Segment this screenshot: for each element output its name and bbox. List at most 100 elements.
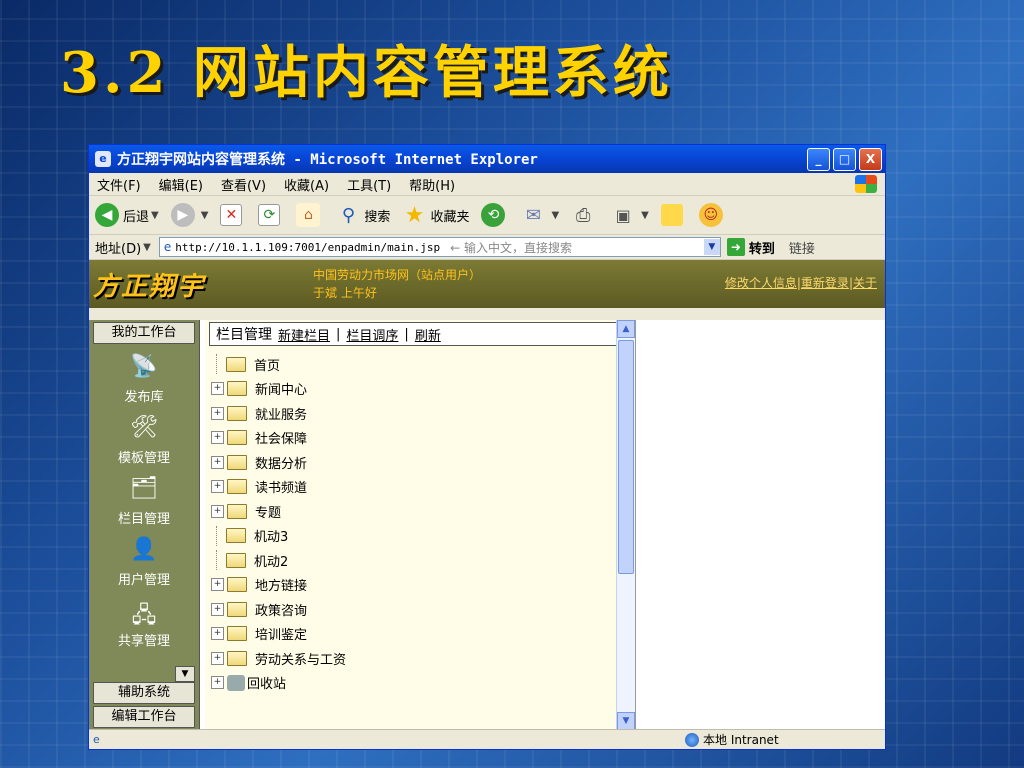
tree-line <box>216 354 223 375</box>
tree-item[interactable]: + 地方链接 <box>211 573 635 598</box>
stop-button[interactable]: ✕ <box>220 204 246 226</box>
forward-dropdown-icon[interactable]: ▼ <box>201 210 209 221</box>
tree-scrollbar[interactable]: ▲ ▼ <box>616 320 635 730</box>
user-icon: 👤 <box>130 537 158 562</box>
expand-icon[interactable]: + <box>211 651 224 665</box>
tree-item[interactable]: 机动3 <box>211 524 635 549</box>
menu-view[interactable]: 查看(V) <box>221 175 266 194</box>
tree-item-label: 机动3 <box>254 530 289 546</box>
nav-column-management[interactable]: 🗂 栏目管理 <box>89 476 199 527</box>
expand-icon[interactable]: + <box>211 406 224 420</box>
tree-item[interactable]: + 数据分析 <box>211 450 635 475</box>
ie-icon: e <box>95 151 111 167</box>
edit-dropdown-icon[interactable]: ▼ <box>641 210 649 221</box>
back-button[interactable]: ◀ 后退 ▼ <box>95 203 159 227</box>
reorder-column-link[interactable]: 栏目调序 <box>346 325 398 344</box>
address-input[interactable]: e http://10.1.1.109:7001/enpadmin/main.j… <box>158 237 721 257</box>
tree-item[interactable]: 首页 <box>211 352 635 377</box>
nav-label: 栏目管理 <box>117 512 170 527</box>
mail-button[interactable]: ✉ ▼ <box>521 203 559 227</box>
mail-dropdown-icon[interactable]: ▼ <box>551 210 559 221</box>
tree-item-label: 专题 <box>255 505 282 521</box>
expand-icon[interactable]: + <box>211 382 224 396</box>
tree-item[interactable]: + 专题 <box>211 499 635 524</box>
new-column-link[interactable]: 新建栏目 <box>278 325 330 344</box>
address-bar: 地址(D) ▼ e http://10.1.1.109:7001/enpadmi… <box>89 235 885 260</box>
expand-icon[interactable]: + <box>211 578 224 592</box>
tree-title: 栏目管理 <box>216 327 272 343</box>
refresh-link[interactable]: 刷新 <box>415 325 441 344</box>
menu-help[interactable]: 帮助(H) <box>409 175 455 194</box>
tree-item[interactable]: + 培训鉴定 <box>211 622 635 647</box>
app-content: 我的工作台 📡 发布库 🛠 模板管理 🗂 栏目管理 👤 用户管理 🖧 共享管理 <box>89 320 885 730</box>
scroll-thumb[interactable] <box>618 340 634 574</box>
title-bar[interactable]: e 方正翔宇网站内容管理系统 - Microsoft Internet Expl… <box>89 145 885 173</box>
links-button[interactable]: 链接 <box>789 238 815 257</box>
menu-file[interactable]: 文件(F) <box>97 175 141 194</box>
refresh-button[interactable]: ⟳ <box>258 204 284 226</box>
tree-item-label: 社会保障 <box>255 432 308 448</box>
tab-auxiliary-system[interactable]: 辅助系统 <box>93 682 195 704</box>
expand-icon[interactable]: + <box>211 480 224 494</box>
tree-item[interactable]: + 读书频道 <box>211 475 635 500</box>
expand-icon[interactable]: + <box>211 627 224 641</box>
history-icon: ⟲ <box>481 203 506 227</box>
nav-user-management[interactable]: 👤 用户管理 <box>89 537 199 588</box>
tab-edit-workbench[interactable]: 编辑工作台 <box>93 706 195 728</box>
minimize-button[interactable]: _ <box>807 147 830 171</box>
tree-item[interactable]: 机动2 <box>211 548 635 573</box>
tree-item[interactable]: + 回收站 <box>211 671 635 696</box>
nav-publish-library[interactable]: 📡 发布库 <box>89 354 199 405</box>
expand-icon[interactable]: + <box>211 602 224 616</box>
address-label-dropdown-icon[interactable]: ▼ <box>143 242 151 253</box>
nav-template-management[interactable]: 🛠 模板管理 <box>89 415 199 466</box>
tree-item[interactable]: + 劳动关系与工资 <box>211 646 635 671</box>
tab-my-workbench[interactable]: 我的工作台 <box>93 322 195 344</box>
slide-title: 3.2 网站内容管理系统 <box>60 40 673 106</box>
tree-item[interactable]: + 社会保障 <box>211 426 635 451</box>
refresh-icon: ⟳ <box>258 204 281 226</box>
expand-icon[interactable]: + <box>211 455 224 469</box>
search-button[interactable]: ⚲ 搜索 <box>336 203 391 227</box>
discuss-button[interactable] <box>660 204 687 226</box>
print-button[interactable]: ⎙ <box>571 203 599 227</box>
menu-tools[interactable]: 工具(T) <box>347 175 391 194</box>
expand-icon[interactable]: + <box>211 431 224 445</box>
antenna-icon: 📡 <box>130 354 158 379</box>
tree-item[interactable]: + 就业服务 <box>211 401 635 426</box>
tree-item[interactable]: + 新闻中心 <box>211 377 635 402</box>
scroll-down-icon[interactable]: ▼ <box>617 712 635 730</box>
close-button[interactable]: X <box>859 147 882 171</box>
expand-icon[interactable]: + <box>211 504 224 518</box>
favorites-button[interactable]: ★ 收藏夹 <box>402 202 470 228</box>
folder-icon <box>227 381 247 397</box>
folder-icon <box>226 528 246 544</box>
edit-profile-link[interactable]: 修改个人信息 <box>725 276 797 290</box>
edit-button[interactable]: ▣ ▼ <box>611 203 649 227</box>
printer-icon: ⎙ <box>575 204 591 226</box>
home-button[interactable]: ⌂ <box>296 203 324 227</box>
messenger-button[interactable]: ☺ <box>698 203 727 227</box>
about-link[interactable]: 关于 <box>853 276 877 290</box>
tree-item[interactable]: + 政策咨询 <box>211 597 635 622</box>
go-arrow-icon: ➜ <box>726 238 745 256</box>
go-button[interactable]: ➜ 转到 <box>726 238 775 257</box>
menu-favorites[interactable]: 收藏(A) <box>284 175 329 194</box>
tree-header: 栏目管理 新建栏目 | 栏目调序 | 刷新 <box>209 322 631 346</box>
history-button[interactable]: ⟲ <box>481 203 509 227</box>
address-dropdown-icon[interactable]: ▼ <box>703 239 720 255</box>
folder-icon <box>227 626 247 642</box>
nav-label: 用户管理 <box>117 573 170 588</box>
menu-edit[interactable]: 编辑(E) <box>159 175 203 194</box>
forward-button[interactable]: ▶ ▼ <box>170 203 209 227</box>
nav-share-management[interactable]: 🖧 共享管理 <box>89 598 199 649</box>
relogin-link[interactable]: 重新登录 <box>801 276 849 290</box>
scroll-up-icon[interactable]: ▲ <box>617 320 635 338</box>
maximize-button[interactable]: □ <box>833 147 856 171</box>
folder-icon <box>227 577 247 593</box>
expand-icon[interactable]: + <box>211 676 224 690</box>
search-icon: ⚲ <box>341 204 356 226</box>
nav-scroll-down-icon[interactable]: ▼ <box>175 666 195 682</box>
back-dropdown-icon[interactable]: ▼ <box>151 210 159 221</box>
star-icon: ★ <box>404 202 425 228</box>
